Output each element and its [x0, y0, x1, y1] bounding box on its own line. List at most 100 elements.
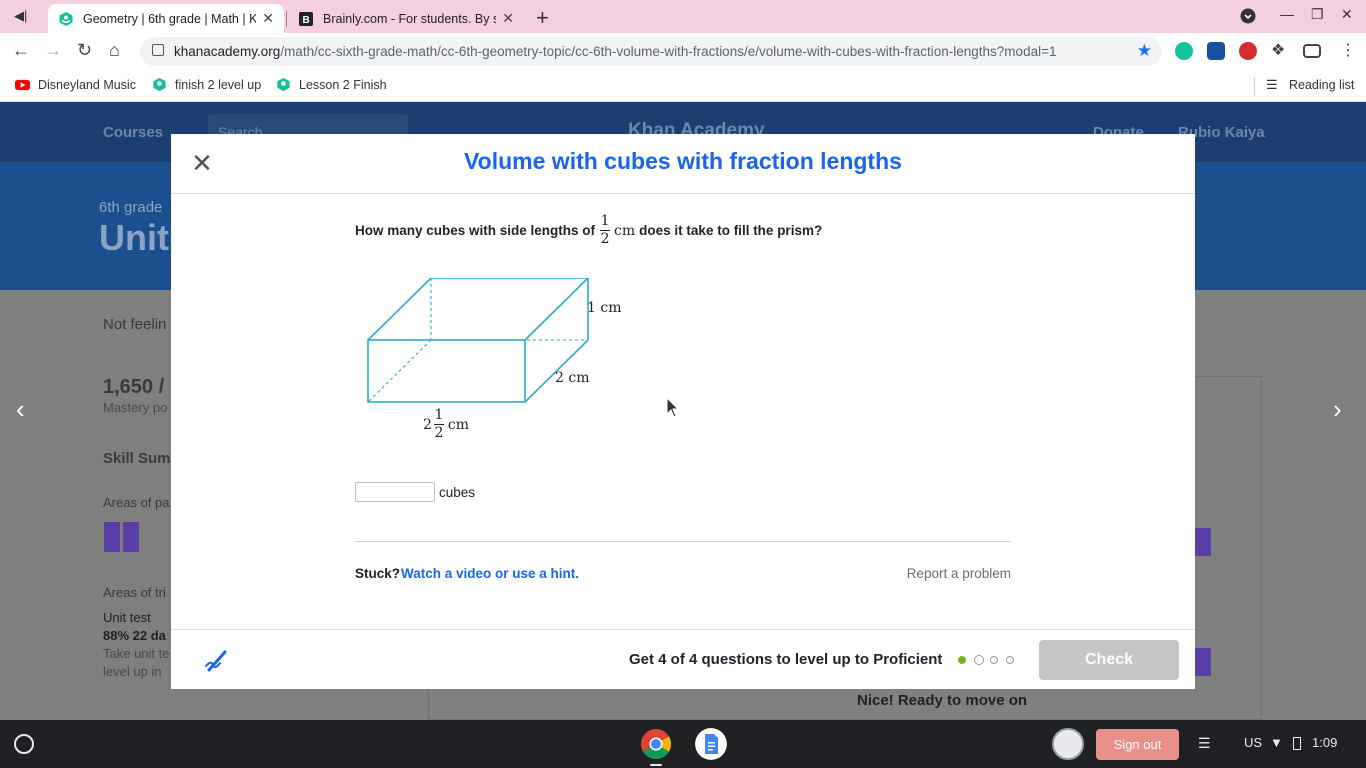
modal-header: ✕ Volume with cubes with fraction length… — [171, 134, 1195, 194]
keyboard-locale[interactable]: US — [1244, 735, 1262, 750]
next-arrow-icon[interactable]: › — [1333, 394, 1342, 425]
width-label: 2 1 2 cm — [423, 408, 469, 441]
active-app-indicator — [650, 764, 662, 766]
launcher-icon[interactable] — [14, 734, 34, 754]
tab-title: Brainly.com - For students. By students. — [323, 11, 497, 26]
unit-test-score: 88% 22 da — [103, 628, 166, 643]
os-shelf: Sign out ☰ US ▼ 1:09 — [0, 720, 1366, 768]
tab-search-icon[interactable] — [1240, 8, 1256, 24]
youtube-icon — [15, 79, 30, 91]
bookmark-disneyland-music[interactable]: Disneyland Music — [15, 77, 136, 92]
bookmark-label: finish 2 level up — [175, 77, 262, 92]
back-audio-icon[interactable]: ◀| — [14, 8, 38, 26]
fraction-denominator: 2 — [434, 425, 444, 441]
fraction-denominator: 2 — [600, 231, 610, 247]
forward-arrow-icon[interactable]: → — [44, 40, 62, 61]
wifi-icon[interactable]: ▼ — [1270, 735, 1283, 750]
chrome-app-icon[interactable] — [640, 728, 672, 760]
bookmark-lesson-2-finish[interactable]: Lesson 2 Finish — [276, 77, 387, 92]
khan-academy-icon — [153, 77, 166, 92]
maximize-icon[interactable]: ❐ — [1311, 6, 1324, 23]
site-info-icon[interactable] — [152, 44, 164, 56]
tab-brainly[interactable]: B Brainly.com - For students. By student… — [288, 4, 524, 33]
mastery-bar-icon — [1195, 648, 1211, 676]
height-label: 1 cm — [587, 300, 622, 316]
home-icon[interactable]: ⌂ — [109, 40, 120, 61]
close-tab-icon[interactable]: ✕ — [262, 10, 274, 27]
unit-test-label[interactable]: Unit test — [103, 610, 151, 625]
bookmark-separator — [1254, 77, 1255, 95]
width-fraction: 1 2 — [433, 407, 444, 441]
adblock-icon[interactable] — [1239, 42, 1257, 60]
unit-title: Unit — [99, 217, 169, 258]
new-tab-icon[interactable]: + — [536, 5, 549, 31]
answer-row: cubes — [355, 482, 475, 502]
take-unit-test-text: Take unit te — [103, 646, 170, 661]
level-up-goal: Get 4 of 4 questions to level up to Prof… — [629, 651, 943, 668]
modal-footer: Get 4 of 4 questions to level up to Prof… — [171, 629, 1195, 689]
check-button[interactable]: Check — [1039, 640, 1179, 680]
extension-p-icon[interactable] — [1207, 42, 1225, 60]
fraction-numerator: 1 — [434, 407, 444, 423]
progress-dot-current — [958, 656, 966, 664]
grammarly-icon[interactable] — [1175, 42, 1193, 60]
back-arrow-icon[interactable]: ← — [12, 40, 30, 61]
mastery-bar-icon — [1195, 528, 1211, 556]
menu-icon[interactable]: ⋮ — [1340, 40, 1358, 59]
khan-academy-icon — [277, 77, 290, 92]
video-hint-link[interactable]: Watch a video or use a hint. — [401, 566, 579, 581]
reload-icon[interactable]: ↻ — [77, 40, 92, 61]
answer-unit: cubes — [439, 484, 476, 500]
courses-menu[interactable]: Courses — [103, 124, 163, 141]
bookmark-label: Lesson 2 Finish — [299, 77, 387, 92]
previous-arrow-icon[interactable]: ‹ — [16, 394, 25, 425]
close-window-icon[interactable]: ✕ — [1341, 6, 1353, 23]
khan-academy-icon — [59, 11, 73, 26]
width-whole: 2 — [423, 416, 432, 433]
content-divider — [355, 541, 1011, 542]
browser-toolbar: ← → ↻ ⌂ khanacademy.org/math/cc-sixth-gr… — [0, 33, 1366, 70]
question-suffix: does it take to fill the prism? — [639, 223, 823, 238]
address-bar[interactable]: khanacademy.org/math/cc-sixth-grade-math… — [140, 37, 1162, 66]
user-avatar[interactable] — [1052, 728, 1084, 760]
extensions-puzzle-icon[interactable]: ❖ — [1271, 40, 1289, 59]
cast-icon[interactable] — [1303, 44, 1321, 58]
skill-areas-triangles[interactable]: Areas of tri — [103, 585, 166, 600]
skill-areas-parallelograms[interactable]: Areas of pa — [103, 495, 170, 510]
sign-out-button[interactable]: Sign out — [1096, 729, 1179, 760]
progress-dot — [990, 656, 998, 664]
clipboard-icon[interactable]: ☰ — [1198, 735, 1211, 752]
mastery-points: 1,650 / — [103, 376, 165, 398]
scratchpad-pencil-icon[interactable] — [203, 646, 231, 674]
fraction-numerator: 1 — [600, 213, 610, 229]
side-length-unit: cm — [614, 222, 636, 239]
report-problem-link[interactable]: Report a problem — [907, 566, 1011, 581]
minimize-icon[interactable]: — — [1280, 6, 1294, 22]
mastery-bar-icon — [104, 522, 120, 552]
tab-title: Geometry | 6th grade | Math | Khan Acade… — [83, 11, 257, 26]
width-unit: cm — [447, 416, 470, 433]
mouse-cursor-icon — [666, 397, 680, 418]
google-docs-app-icon[interactable] — [695, 728, 727, 760]
brainly-icon: B — [299, 11, 313, 26]
bookmark-star-icon[interactable]: ★ — [1137, 41, 1152, 61]
close-tab-icon[interactable]: ✕ — [502, 10, 514, 27]
url-text[interactable]: khanacademy.org/math/cc-sixth-grade-math… — [174, 44, 1129, 59]
url-path: /math/cc-sixth-grade-math/cc-6th-geometr… — [280, 44, 1057, 59]
progress-dots — [958, 655, 1022, 665]
reading-list-button[interactable]: ☰ Reading list — [1266, 77, 1354, 92]
battery-icon[interactable] — [1293, 737, 1301, 750]
bookmark-finish-2-level-up[interactable]: finish 2 level up — [152, 77, 261, 92]
stuck-label: Stuck? — [355, 566, 401, 581]
clock-time[interactable]: 1:09 — [1312, 735, 1337, 750]
answer-input[interactable] — [355, 482, 435, 502]
mastery-bar-icon — [123, 522, 139, 552]
tab-khan-academy[interactable]: Geometry | 6th grade | Math | Khan Acade… — [48, 4, 284, 33]
modal-title: Volume with cubes with fraction lengths — [464, 148, 902, 174]
progress-dot — [1006, 656, 1014, 664]
bookmarks-bar: Disneyland Music finish 2 level up Lesso… — [0, 70, 1366, 102]
grade-label: 6th grade — [99, 199, 163, 216]
depth-label: 2 cm — [555, 370, 590, 386]
bookmark-label: Disneyland Music — [38, 77, 136, 92]
exercise-content: How many cubes with side lengths of 1 2 … — [355, 194, 1011, 629]
